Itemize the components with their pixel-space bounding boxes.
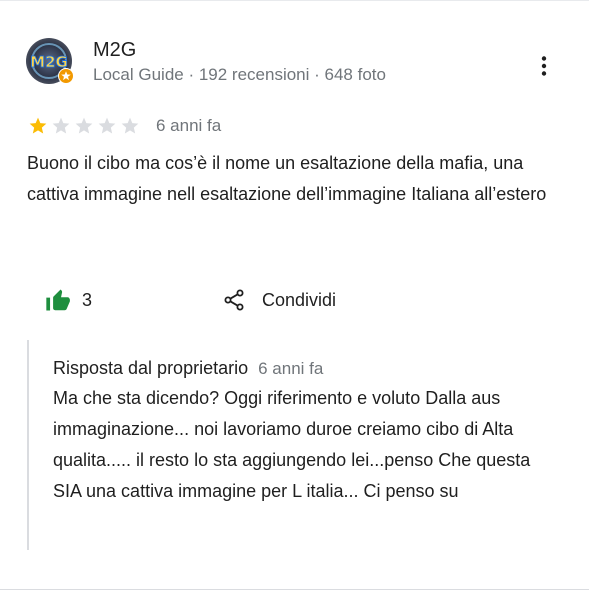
star-empty-icon xyxy=(121,117,139,134)
review-text: Buono il cibo ma cos’è il nome un esalta… xyxy=(27,153,547,204)
star-empty-icon xyxy=(75,117,93,134)
more-vert-icon xyxy=(541,56,547,76)
star-filled-icon xyxy=(29,117,47,134)
bottom-divider xyxy=(0,589,589,590)
owner-reply-header: Risposta dal proprietario 6 anni fa xyxy=(53,356,323,381)
author-meta: Local Guide · 192 recensioni · 648 foto xyxy=(93,65,386,84)
review-date: 6 anni fa xyxy=(156,116,222,135)
share-button[interactable]: Condividi xyxy=(222,286,336,314)
star-empty-icon xyxy=(98,117,116,134)
local-guide-badge-icon xyxy=(58,68,74,84)
star-rating xyxy=(27,116,141,136)
reply-border xyxy=(27,340,29,550)
share-icon xyxy=(224,289,244,311)
owner-reply-date: 6 anni fa xyxy=(258,359,324,378)
thumb-up-icon xyxy=(46,289,70,311)
share-label: Condividi xyxy=(262,289,337,310)
star-empty-icon xyxy=(52,117,70,134)
more-options-button[interactable] xyxy=(530,52,558,80)
author-name[interactable]: M2G xyxy=(93,38,136,62)
like-button[interactable]: 3 xyxy=(44,286,92,314)
owner-reply-title: Risposta dal proprietario xyxy=(53,358,249,378)
like-count: 3 xyxy=(82,289,93,310)
owner-reply-text: Ma che sta dicendo? Oggi riferimento e v… xyxy=(53,388,531,501)
top-divider xyxy=(0,0,589,1)
